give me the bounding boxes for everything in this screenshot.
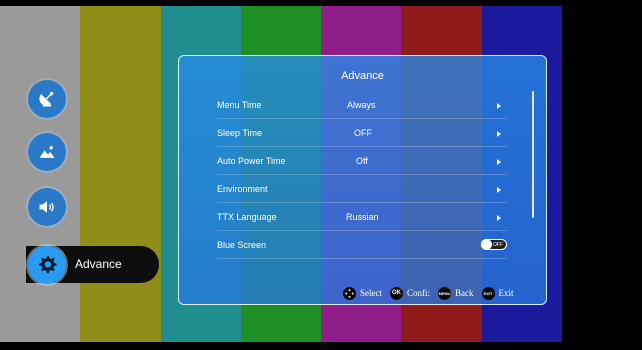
chevron-right-icon bbox=[497, 187, 501, 193]
menu-item-label: Environment bbox=[217, 184, 268, 194]
hint-back-label: Back bbox=[455, 288, 474, 298]
menu-item-value: OFF bbox=[354, 128, 372, 138]
menu-item-auto-power-time[interactable]: Auto Power Time Off bbox=[217, 147, 507, 175]
menu-item-environment[interactable]: Environment bbox=[217, 175, 507, 203]
menu-item-label: TTX Language bbox=[217, 212, 277, 222]
screen-frame-bottom bbox=[0, 342, 642, 350]
screen-frame-top bbox=[0, 0, 642, 6]
chevron-right-icon bbox=[497, 215, 501, 221]
gear-icon bbox=[39, 255, 57, 274]
toggle-state-text: OFF bbox=[493, 242, 503, 248]
scrollbar[interactable] bbox=[532, 91, 534, 218]
nav-item-channel[interactable] bbox=[28, 80, 66, 118]
menu-item-value: Russian bbox=[346, 212, 379, 222]
chevron-right-icon bbox=[497, 159, 501, 165]
ok-button-icon: OK bbox=[390, 286, 403, 300]
chevron-right-icon bbox=[497, 131, 501, 137]
speaker-icon bbox=[39, 201, 54, 213]
advance-panel: Advance Menu Time Always Sleep Time OFF … bbox=[178, 55, 547, 305]
hint-exit-label: Exit bbox=[498, 288, 514, 298]
blue-screen-toggle[interactable]: OFF bbox=[481, 239, 507, 250]
menu-item-menu-time[interactable]: Menu Time Always bbox=[217, 91, 507, 119]
panel-title: Advance bbox=[341, 70, 384, 82]
hint-select-label: Select bbox=[360, 288, 382, 298]
picture-icon bbox=[39, 146, 55, 158]
nav-item-picture[interactable] bbox=[28, 133, 66, 171]
menu-item-sleep-time[interactable]: Sleep Time OFF bbox=[217, 119, 507, 147]
hint-confirm-label: Confi: bbox=[407, 288, 431, 298]
menu-item-value: Always bbox=[347, 100, 376, 110]
nav-item-advance-icon-circle[interactable] bbox=[28, 246, 66, 284]
toggle-knob bbox=[481, 239, 492, 250]
satellite-dish-icon bbox=[39, 91, 54, 107]
menu-item-label: Sleep Time bbox=[217, 128, 263, 138]
menu-item-ttx-language[interactable]: TTX Language Russian bbox=[217, 203, 507, 231]
dpad-icon bbox=[343, 286, 356, 300]
nav-item-advance-label: Advance bbox=[75, 257, 122, 271]
menu-button-icon: MENU bbox=[438, 286, 452, 300]
color-bar bbox=[0, 0, 81, 350]
footer-hints: Select OK Confi: MENU Back EXIT Exit bbox=[343, 285, 522, 301]
menu-item-value: Off bbox=[356, 156, 368, 166]
menu-item-label: Auto Power Time bbox=[217, 156, 286, 166]
nav-item-sound[interactable] bbox=[28, 188, 66, 226]
dpad-arrows bbox=[344, 288, 355, 298]
menu-item-blue-screen[interactable]: Blue Screen OFF bbox=[217, 231, 507, 259]
menu-item-label: Blue Screen bbox=[217, 240, 267, 250]
chevron-right-icon bbox=[497, 103, 501, 109]
menu-item-label: Menu Time bbox=[217, 100, 262, 110]
color-bar bbox=[80, 0, 161, 350]
exit-button-icon: EXIT bbox=[481, 286, 495, 300]
color-bar bbox=[561, 0, 642, 350]
